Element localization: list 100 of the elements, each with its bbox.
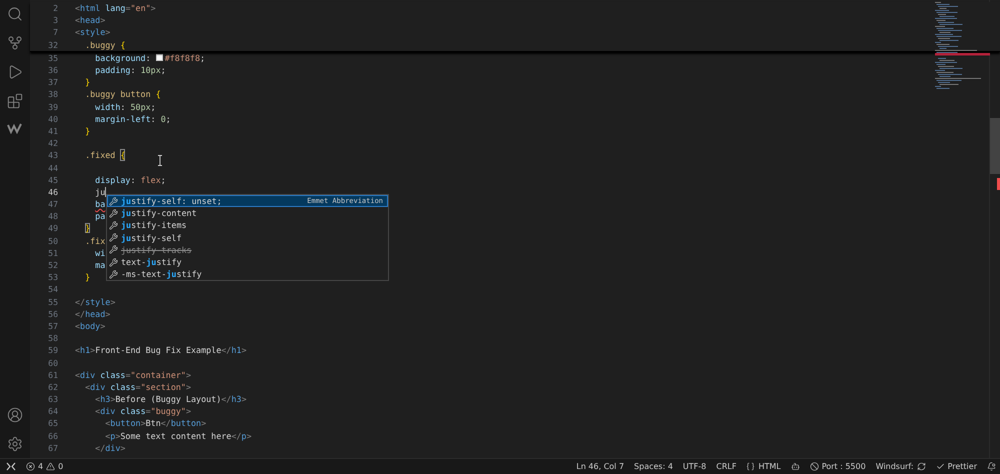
code-line: <head> [75,14,106,26]
text-cursor-icon [157,155,163,166]
code-line: <h1>Front-End Bug Fix Example</h1> [75,344,246,356]
line-number: 45 [47,174,59,185]
status-item[interactable]: UTF-8 [682,462,706,471]
status-item[interactable]: Spaces: 4 [634,462,673,471]
line-number: 63 [47,394,59,404]
code-line: pa [94,210,106,222]
scrollbar-thumb[interactable] [990,118,1000,174]
line-number: 38 [47,89,59,100]
line-number: 44 [47,162,59,173]
line-number: 62 [47,382,59,392]
warning-icon [46,462,56,471]
code-line: <div class="section"> [84,380,192,394]
account-icon[interactable] [7,407,23,423]
line-number: 39 [47,102,59,112]
wrench-icon [109,270,118,279]
line-number: 54 [47,284,59,294]
code-line: display: flex; [94,174,166,186]
code-line: ba [94,198,106,210]
braces-icon [746,462,756,471]
wrench-icon [109,245,118,254]
code-line: <style> [75,26,110,39]
ban-icon [810,462,819,471]
line-number: 43 [47,150,59,160]
line-number: 51 [47,248,59,258]
line-number: 41 [47,126,59,136]
code-line: <h3>Before (Buggy Layout)</h3> [94,393,246,406]
code-line: <html lang="en"> [75,2,156,14]
line-number: 58 [47,333,59,344]
code-line: .fixed { [84,149,126,162]
suggestion-item[interactable]: text-justify [107,256,388,268]
line-number: 3 [52,15,59,26]
line-number: 60 [47,358,59,368]
line-number: 42 [47,138,59,148]
refresh-icon [916,462,926,471]
code-line: ju [94,186,106,198]
line-number: 40 [47,114,59,124]
wrench-icon [109,208,118,218]
error-count[interactable]: 4 [38,462,44,471]
code-line: .fix [84,234,106,247]
code-line: </style> [75,296,116,308]
line-number: 36 [47,65,59,76]
line-number: 53 [47,272,59,282]
notification-bell-icon[interactable] [987,462,996,471]
code-line: wi [94,246,106,259]
source-control-icon[interactable] [7,35,23,51]
line-number: 66 [47,430,59,441]
language-mode[interactable]: HTML [758,462,781,471]
code-line: </head> [75,308,110,320]
line-number: 2 [52,3,59,14]
code-line: </div> [94,442,126,454]
line-number: 48 [47,211,59,222]
suggestion-item[interactable]: justify-items [107,219,388,232]
suggestion-item[interactable]: justify-tracks [107,244,388,256]
settings-icon[interactable] [7,436,23,452]
code-line: } [84,271,90,284]
wrench-icon [109,196,118,206]
line-number: 50 [47,236,59,246]
windsurf-status[interactable]: Windsurf: [876,462,914,471]
line-number: 46 [47,186,59,197]
code-line: <body> [75,320,106,332]
error-icon [26,462,35,471]
line-number: 55 [47,296,59,307]
warning-count[interactable]: 0 [58,462,64,471]
status-item[interactable]: CRLF [716,462,736,471]
robot-icon[interactable] [790,462,800,471]
line-number: 67 [47,442,59,453]
code-line: } [84,222,90,235]
code-line: <p>Some text content here</p> [104,430,252,442]
line-number: 32 [47,40,59,50]
line-number: 49 [47,223,59,234]
line-number: 59 [47,345,59,356]
code-line: } [84,76,90,88]
suggestion-item[interactable]: justify-self [107,232,388,244]
code-line: } [84,124,90,138]
remote-icon[interactable] [6,462,16,471]
code-line: width: 50px; [94,100,156,113]
code-line: <div class="container"> [75,368,192,381]
code-line: <div class="buggy"> [94,405,192,418]
wave-logo-icon[interactable] [7,122,23,134]
code-line: margin-left: 0; [94,112,171,125]
code-line: ma [94,258,106,272]
line-number: 64 [47,406,59,416]
line-number: 35 [47,52,59,63]
status-item[interactable]: Ln 46, Col 7 [576,462,624,471]
suggestion-item[interactable]: -ms-text-justify [107,268,388,280]
suggestion-item[interactable]: justify-content [107,207,388,220]
prettier-status[interactable]: Prettier [948,462,977,471]
line-number: 57 [47,320,59,331]
line-number: 61 [47,370,59,380]
run-debug-icon[interactable] [7,64,23,80]
port-status[interactable]: Port : 5500 [822,462,866,471]
wrench-icon [109,233,118,242]
search-icon[interactable] [7,6,23,22]
code-line: <button>Btn</button> [104,417,206,430]
wrench-icon [109,258,118,267]
extensions-icon[interactable] [7,93,23,109]
code-line: background: #f8f8f8; [94,52,206,64]
line-number: 52 [47,260,59,270]
